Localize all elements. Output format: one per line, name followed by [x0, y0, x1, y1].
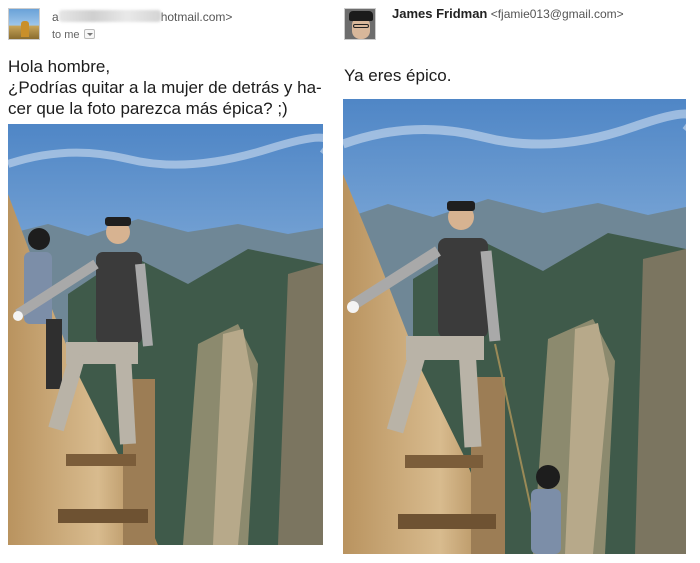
message-line: ¿Podrías quitar a la mujer de detrás y h…	[8, 78, 322, 97]
sender-header: James Fridman <fjamie013@gmail.com>	[392, 6, 624, 21]
message-line: Hola hombre,	[8, 57, 111, 76]
profile-photo-icon	[21, 21, 29, 37]
message-body: Hola hombre, ¿Podrías quitar a la mujer …	[8, 56, 333, 119]
sender-avatar	[344, 8, 376, 40]
recipient-label: to me	[52, 29, 80, 41]
left-email-panel: a hotmail.com> to me Hola hombre, ¿Podría…	[0, 0, 335, 563]
attached-photo-original[interactable]	[8, 124, 323, 545]
recipient-line[interactable]: to me	[52, 29, 95, 41]
sender-name: James Fridman	[392, 6, 488, 21]
sender-address: a hotmail.com>	[52, 10, 232, 24]
message-line: cer que la foto parezca más épica? ;)	[8, 99, 288, 118]
bottom-margin	[0, 556, 700, 563]
cap-icon	[349, 11, 373, 21]
attached-photo-edited[interactable]	[343, 99, 686, 554]
sender-address-prefix: a	[52, 10, 59, 24]
chevron-down-icon[interactable]	[83, 29, 95, 39]
sender-address-domain: hotmail.com>	[160, 10, 233, 24]
sender-avatar	[8, 8, 40, 40]
glasses-icon	[353, 24, 369, 28]
sender-address: <fjamie013@gmail.com>	[490, 7, 624, 21]
reply-message: Ya eres épico.	[344, 66, 452, 85]
redacted-address	[58, 10, 161, 22]
